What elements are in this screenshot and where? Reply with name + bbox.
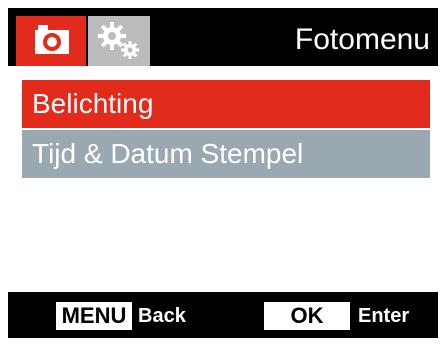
back-label: Back <box>138 305 186 327</box>
ok-key[interactable]: OK <box>264 302 350 330</box>
menu-item-tijd-datum-stempel[interactable]: Tijd & Datum Stempel <box>22 130 430 178</box>
camera-icon <box>35 25 69 54</box>
enter-label: Enter <box>358 305 410 327</box>
menu-item-belichting[interactable]: Belichting <box>22 80 430 128</box>
menu-key[interactable]: MENU <box>56 302 132 330</box>
tab-settings[interactable] <box>88 16 150 66</box>
menu-title: Fotomenu <box>294 23 430 56</box>
gears-icon <box>98 22 139 59</box>
tab-photo[interactable] <box>16 16 86 66</box>
menu-header: Fotomenu <box>8 8 438 66</box>
dashcam-screen: Fotomenu Belichting Tijd & Datum Stempel… <box>0 0 446 344</box>
